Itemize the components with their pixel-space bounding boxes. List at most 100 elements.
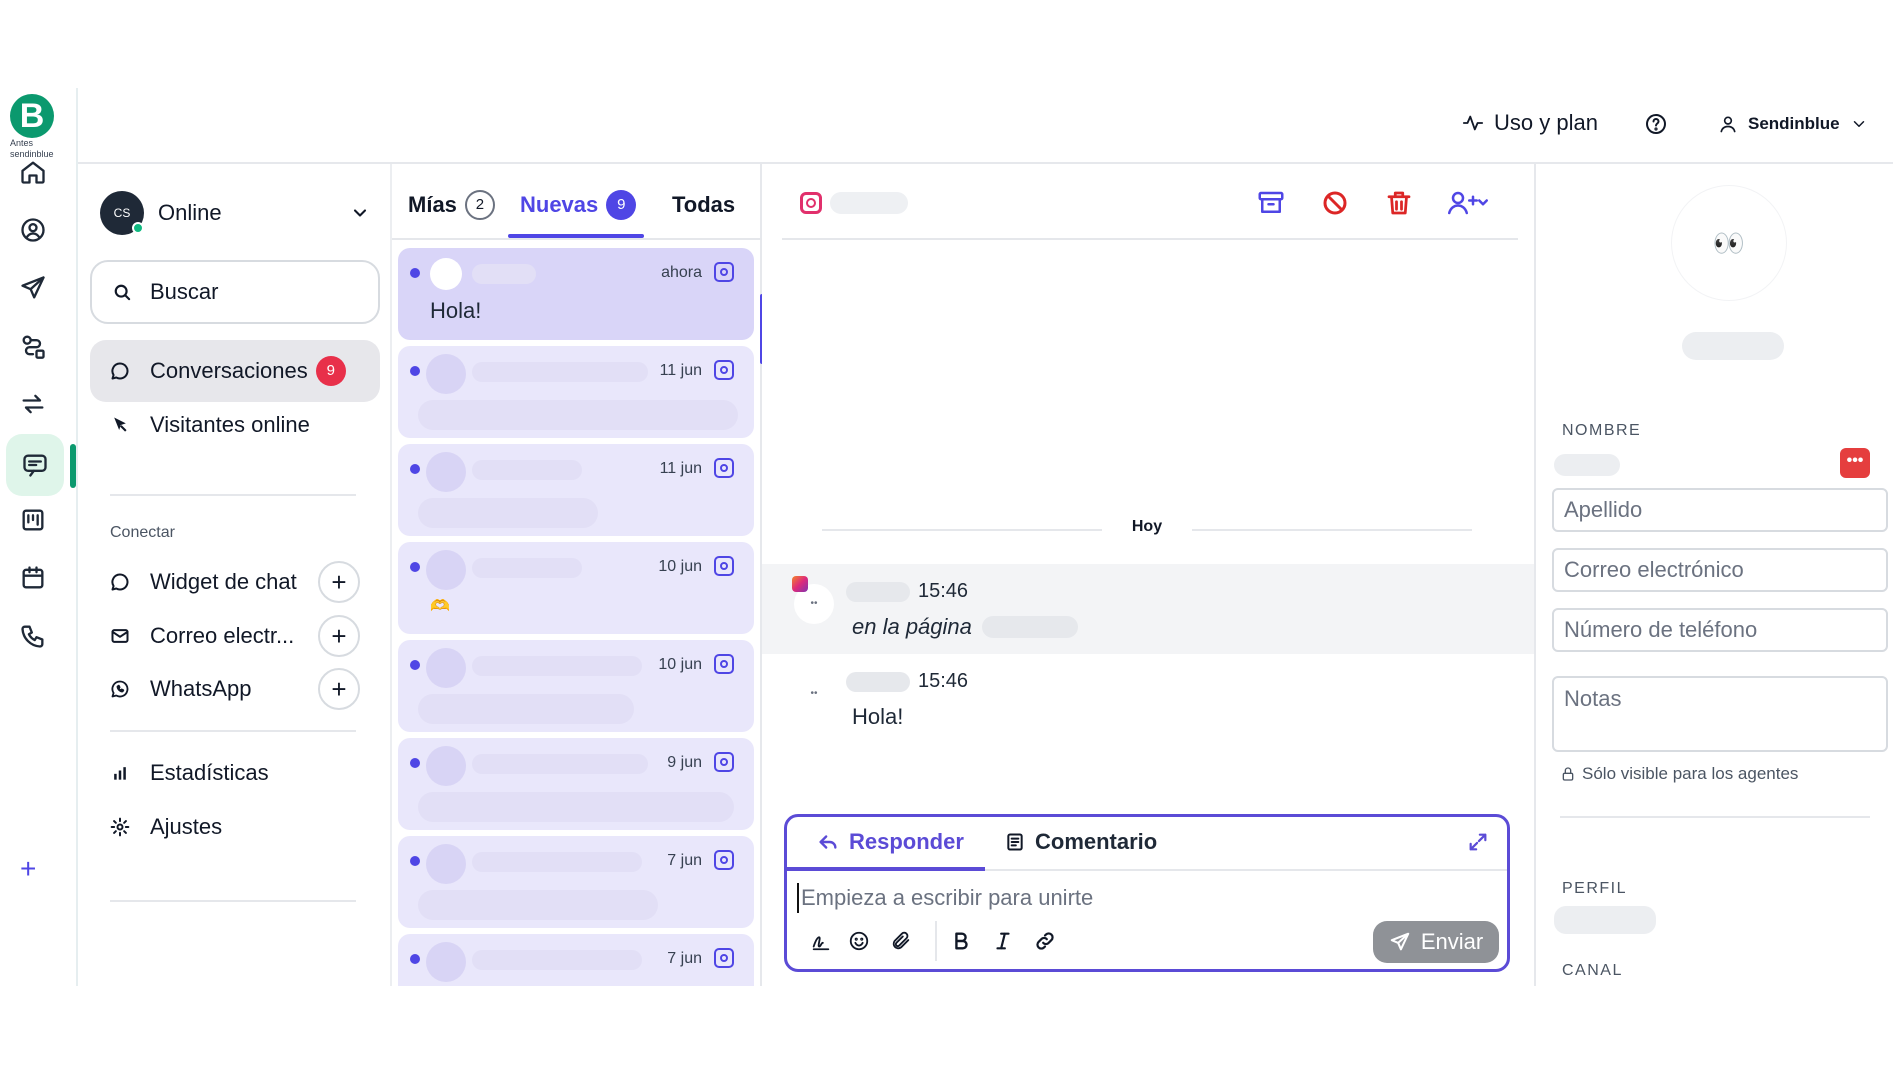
contacts-icon[interactable]: [13, 210, 53, 250]
conversation-date: 10 jun: [658, 558, 702, 575]
connect-chat-widget[interactable]: Widget de chat +: [110, 560, 360, 604]
signature-tool[interactable]: [807, 927, 835, 955]
cursor-icon: [114, 417, 127, 432]
toolbar-divider: [935, 921, 937, 961]
block-icon[interactable]: [1320, 188, 1350, 218]
agent-status-selector[interactable]: CS Online: [100, 188, 370, 238]
tab-new[interactable]: Nuevas 9: [520, 184, 637, 226]
nav-conversations[interactable]: Conversaciones 9: [90, 340, 380, 402]
conversations-icon[interactable]: [6, 434, 64, 496]
phone-field[interactable]: Número de teléfono: [1552, 608, 1888, 652]
last-name-field[interactable]: Apellido: [1552, 488, 1888, 532]
conversation-item[interactable]: 11 jun: [398, 346, 754, 438]
tab-all-label: Todas: [672, 192, 736, 217]
contact-name-blurred: [472, 656, 642, 676]
home-icon[interactable]: [13, 152, 53, 192]
calendar-icon[interactable]: [13, 558, 53, 598]
automation-icon[interactable]: [13, 326, 53, 366]
reply-icon: [819, 835, 837, 849]
conversation-date: 9 jun: [667, 754, 702, 771]
tab-comment[interactable]: Comentario: [1005, 829, 1157, 855]
message-event: •• 15:46 en la página: [762, 564, 1534, 654]
search-button[interactable]: Buscar: [90, 260, 380, 324]
usage-plan-button[interactable]: Uso y plan: [1462, 110, 1598, 136]
notes-field[interactable]: Notas: [1552, 676, 1888, 752]
nav-conversations-label: Conversaciones: [150, 358, 308, 383]
connect-email[interactable]: Correo electr... +: [110, 614, 360, 658]
help-button[interactable]: [1644, 112, 1668, 136]
paperclip-icon: [892, 931, 910, 950]
conversation-item[interactable]: 10 jun: [398, 640, 754, 732]
connect-whatsapp[interactable]: WhatsApp +: [110, 667, 360, 711]
emoji-tool[interactable]: [845, 927, 873, 955]
add-email-button[interactable]: +: [318, 615, 360, 657]
link-tool[interactable]: [1031, 927, 1059, 955]
contact-name-blurred: [472, 852, 642, 872]
divider: [110, 900, 356, 902]
app-window: B Antes sendinblue + Uso y plan Sendinbl…: [0, 88, 1893, 986]
nav-statistics[interactable]: Estadísticas: [90, 742, 380, 804]
message-input[interactable]: [797, 883, 1397, 913]
user-icon: [1720, 116, 1736, 133]
account-menu[interactable]: Sendinblue: [1718, 114, 1868, 134]
conversation-item[interactable]: 7 jun: [398, 836, 754, 928]
contact-name-blurred: [472, 558, 582, 578]
chat-header: [782, 164, 1518, 240]
expand-icon[interactable]: [1467, 831, 1489, 853]
trash-icon[interactable]: [1384, 188, 1414, 218]
attach-tool[interactable]: [887, 927, 915, 955]
profile-label: PERFIL: [1562, 880, 1628, 897]
campaigns-icon[interactable]: [13, 268, 53, 308]
assign-agent-icon[interactable]: [1446, 188, 1490, 218]
unread-dot: [410, 366, 420, 376]
tab-mine[interactable]: Mías 2: [408, 184, 495, 226]
email-field[interactable]: Correo electrónico: [1552, 548, 1888, 592]
contact-details-panel: 👀 NOMBRE ••• Apellido Correo electrónico…: [1534, 164, 1893, 986]
bold-icon: [955, 932, 968, 950]
tab-new-label: Nuevas: [520, 192, 599, 217]
sender-name-blurred: [846, 672, 910, 692]
nav-settings[interactable]: Ajustes: [90, 796, 380, 858]
active-rail-indicator: [70, 444, 76, 488]
profile-value-blurred: [1554, 906, 1656, 934]
more-options-button[interactable]: •••: [1840, 448, 1870, 478]
connect-whatsapp-label: WhatsApp: [150, 676, 252, 701]
contact-name-blurred: [472, 754, 648, 774]
online-dot: [132, 222, 144, 234]
add-whatsapp-button[interactable]: +: [318, 668, 360, 710]
signature-icon: [812, 936, 830, 951]
divider: [1560, 816, 1870, 818]
deals-icon[interactable]: [13, 500, 53, 540]
agent-avatar: CS: [100, 191, 144, 235]
name-label: NOMBRE: [1562, 422, 1642, 439]
tab-reply[interactable]: Responder: [817, 829, 964, 855]
contact-name-blurred: [472, 264, 536, 284]
phone-icon[interactable]: [13, 616, 53, 656]
add-chat-widget-button[interactable]: +: [318, 561, 360, 603]
day-separator: Hoy: [822, 518, 1472, 542]
nav-online-visitors[interactable]: Visitantes online: [90, 394, 380, 456]
avatar: [426, 550, 466, 590]
conversation-item[interactable]: 11 jun: [398, 444, 754, 536]
bold-tool[interactable]: [947, 927, 975, 955]
conversations-sidebar: CS Online Buscar Conversaciones 9 Visita…: [78, 164, 390, 986]
contact-name-blurred: [472, 362, 648, 382]
add-app-icon[interactable]: +: [20, 853, 36, 885]
brevo-logo[interactable]: B: [10, 94, 54, 138]
message-time: 15:46: [918, 580, 969, 602]
transactional-icon[interactable]: [13, 384, 53, 424]
agent-initials: CS: [113, 206, 131, 220]
help-icon: [1646, 114, 1666, 134]
send-button[interactable]: Enviar: [1373, 921, 1499, 963]
tab-all[interactable]: Todas: [672, 184, 735, 226]
italic-tool[interactable]: [989, 927, 1017, 955]
unread-dot: [410, 758, 420, 768]
divider: [110, 494, 356, 496]
conversation-preview-blurred: [418, 694, 634, 724]
conversation-item[interactable]: 10 jun 🫶: [398, 542, 754, 634]
instagram-icon: [714, 360, 734, 380]
conversation-item[interactable]: 9 jun: [398, 738, 754, 830]
archive-icon[interactable]: [1256, 188, 1286, 218]
conversation-item[interactable]: 7 jun: [398, 934, 754, 986]
conversation-item[interactable]: ahora Hola!: [398, 248, 754, 340]
